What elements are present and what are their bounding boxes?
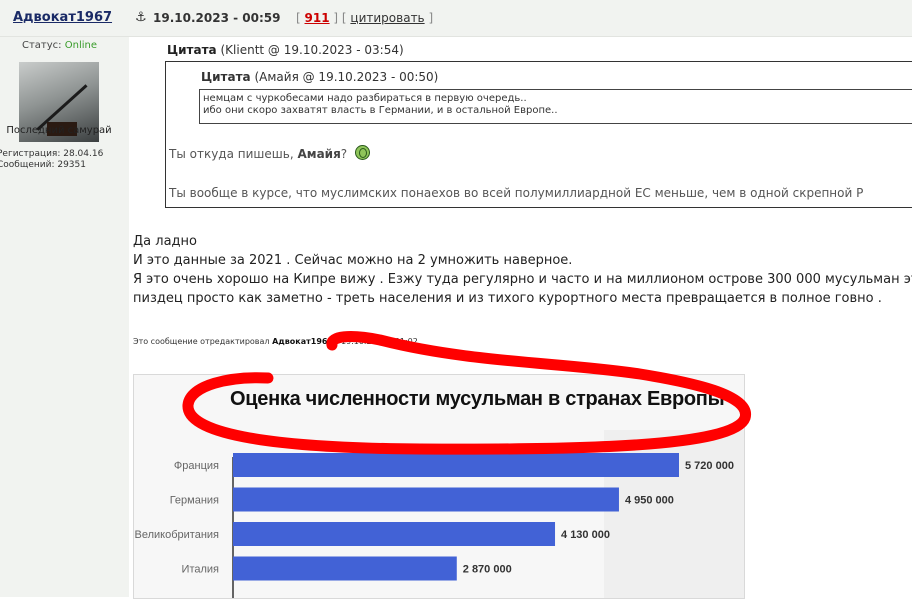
- edit-note: Это сообщение отредактировал Адвокат1967…: [133, 337, 418, 346]
- user-sidebar: Статус: Online Последний самурай Регистр…: [0, 37, 129, 597]
- quote-inner-meta: (Амайя @ 19.10.2023 - 00:50): [254, 70, 439, 84]
- quote-inner-line-2: ибо они скоро захватят власть в Германии…: [203, 105, 558, 116]
- category-label: Италия: [182, 564, 220, 576]
- value-label: 2 870 000: [463, 564, 512, 576]
- value-label: 4 130 000: [561, 529, 610, 541]
- post-body-line-2: И это данные за 2021 . Сейчас можно на 2…: [133, 253, 573, 268]
- user-status: Статус: Online: [22, 40, 97, 51]
- chart-title: Оценка численности мусульман в странах Е…: [230, 388, 725, 410]
- post-body-line-4: пиздец просто как заметно - треть населе…: [133, 291, 882, 306]
- quote-button[interactable]: цитировать: [350, 11, 424, 25]
- quote-inner-line-1: немцам с чуркобесами надо разбираться в …: [203, 93, 527, 104]
- quote-reply-prefix: Ты откуда пишешь,: [169, 147, 298, 161]
- post-body-line-3: Я это очень хорошо на Кипре вижу . Езжу …: [133, 272, 912, 287]
- quote-outer-label: Цитата: [167, 43, 217, 57]
- post-body: Да ладно И это данные за 2021 . Сейчас м…: [133, 232, 912, 308]
- quote-reply-name: Амайя: [297, 147, 341, 161]
- bar: [233, 556, 457, 581]
- quote-outer-meta: (Klientt @ 19.10.2023 - 03:54): [220, 43, 404, 57]
- globe-smiley-icon: [354, 145, 370, 160]
- status-online-badge: Online: [64, 40, 97, 51]
- bracket-close: ]: [428, 11, 434, 25]
- user-rank: Последний самурай: [6, 125, 112, 136]
- value-label: 4 950 000: [625, 495, 674, 507]
- quote-inner-box: немцам с чуркобесами надо разбираться в …: [199, 89, 912, 124]
- quote-outer-header: Цитата (Klientt @ 19.10.2023 - 03:54): [167, 43, 404, 57]
- message-count: Сообщений: 29351: [0, 160, 86, 170]
- category-label: Франция: [174, 460, 219, 472]
- quote-outer-box: Цитата (Амайя @ 19.10.2023 - 00:50) немц…: [165, 61, 912, 208]
- post-number-link[interactable]: 911: [305, 11, 330, 25]
- bracket-open: [: [296, 11, 301, 25]
- bar: [233, 522, 556, 546]
- quote-inner-header: Цитата (Амайя @ 19.10.2023 - 00:50): [201, 70, 438, 84]
- edit-note-author: Адвокат1967: [272, 337, 334, 346]
- quote-inner-label: Цитата: [201, 70, 251, 84]
- status-label: Статус:: [22, 40, 62, 51]
- post-actions: [ 911 ] [ цитировать ]: [296, 11, 433, 25]
- post-header: Адвокат1967 ⚓ 19.10.2023 - 00:59 [ 911 ]…: [0, 0, 912, 37]
- author-name-link[interactable]: Адвокат1967: [13, 10, 112, 25]
- category-label: Великобритания: [135, 529, 220, 541]
- bar: [233, 487, 619, 512]
- embedded-chart-image: Франция 5 720 000 Германия 4 950 000 Великоб…: [133, 374, 745, 599]
- anchor-icon[interactable]: ⚓: [135, 10, 147, 25]
- post-body-line-1: Да ладно: [133, 234, 197, 249]
- edit-note-prefix: Это сообщение отредактировал: [133, 337, 273, 346]
- bar: [233, 453, 679, 477]
- quote-reply-suffix: ?: [340, 147, 348, 161]
- registration-date: Регистрация: 28.04.16: [0, 149, 104, 159]
- post-date: 19.10.2023 - 00:59: [153, 11, 281, 25]
- edit-note-suffix: - 19.10.2023 - 01:02: [333, 337, 418, 346]
- quote-reply-line-1: Ты откуда пишешь, Амайя?: [169, 145, 370, 161]
- bracket-mid: ] [: [333, 11, 347, 25]
- value-label: 5 720 000: [685, 460, 734, 472]
- quote-reply-line-2: Ты вообще в курсе, что муслимских понаех…: [169, 186, 864, 200]
- category-label: Германия: [170, 495, 219, 507]
